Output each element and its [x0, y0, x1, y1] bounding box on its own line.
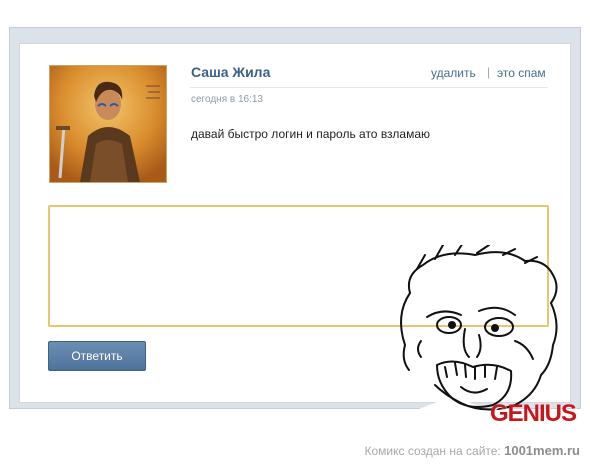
genius-caption: GENIUS	[490, 400, 577, 427]
avatar-portrait-icon	[50, 66, 166, 182]
message-text: давай быстро логин и пароль ато взламаю	[191, 127, 431, 141]
header-divider	[190, 87, 548, 88]
footer-prefix: Комикс создан на сайте:	[364, 444, 501, 458]
avatar[interactable]	[49, 65, 167, 183]
author-name-link[interactable]: Саша Жила	[191, 64, 270, 80]
delete-link[interactable]: удалить	[431, 66, 476, 80]
post-timestamp: сегодня в 16:13	[191, 94, 263, 105]
reply-button[interactable]: Ответить	[48, 341, 146, 371]
report-spam-link[interactable]: это спам	[497, 66, 546, 80]
footer-credit: Комикс создан на сайте: 1001mem.ru	[365, 443, 581, 458]
action-separator: |	[487, 65, 491, 79]
footer-site-link[interactable]: 1001mem.ru	[504, 443, 580, 458]
